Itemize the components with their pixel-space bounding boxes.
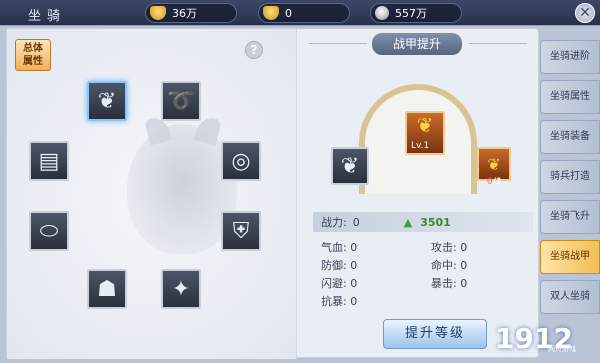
equipment-panel: 总体 属性 ? ❦ ➰ ▤ ◎ ⬭ ⛨ ☗ ✦ — [7, 29, 297, 359]
stat-dodge: 闪避: 0 — [321, 277, 358, 290]
chest-armor-icon: ▤ — [38, 148, 60, 174]
upgrade-level-button[interactable]: 提升等级 — [383, 319, 487, 349]
close-icon: ✕ — [579, 5, 591, 21]
stat-row: 抗暴: 0 — [313, 292, 533, 310]
equip-slot-helmet[interactable]: ❦ — [87, 81, 127, 121]
stat-defense: 防御: 0 — [321, 259, 358, 272]
material-slot[interactable]: ❦ — [477, 147, 511, 181]
stat-hit: 命中: 0 — [431, 259, 468, 272]
panel-title: 战甲提升 — [372, 33, 462, 55]
window-title: 坐骑 — [28, 9, 67, 24]
stat-grid: 气血: 0 攻击: 0 防御: 0 命中: 0 闪避: 0 暴击: 0 抗暴: … — [313, 238, 533, 310]
battle-armor-upgrade-panel: 战甲提升 ❦ ❦ Lv.1 ❦ 0/1 战力: 0 ▲ 3501 气血: 0 攻… — [297, 29, 540, 359]
equip-slot-collar[interactable]: ◎ — [221, 141, 261, 181]
currency-gold: 36万 — [145, 3, 237, 23]
power-label: 战力: — [321, 216, 347, 229]
bell-icon: ✦ — [171, 276, 191, 302]
currency-silver: 557万 — [370, 3, 462, 23]
stat-row: 闪避: 0 暴击: 0 — [313, 274, 533, 292]
stat-hp: 气血: 0 — [321, 241, 358, 254]
equip-slot-bell[interactable]: ✦ — [161, 269, 201, 309]
main-panel: 总体 属性 ? ❦ ➰ ▤ ◎ ⬭ ⛨ ☗ ✦ 战甲提升 ❦ ❦ Lv.1 ❦ … — [6, 28, 540, 359]
stat-row: 防御: 0 命中: 0 — [313, 256, 533, 274]
equip-slot-stirrup[interactable]: ☗ — [87, 269, 127, 309]
power-row: 战力: 0 ▲ 3501 — [313, 212, 533, 232]
currency-silver-value: 557万 — [395, 7, 427, 20]
side-tabs: 坐骑进阶 坐骑属性 坐骑装备 骑兵打造 坐骑飞升 坐骑战甲 双人坐骑 — [540, 40, 600, 320]
currency-bound-gold-value: 0 — [285, 6, 292, 20]
tab-cavalry-forge[interactable]: 骑兵打造 — [540, 160, 600, 194]
divider-left — [309, 43, 367, 44]
tab-mount-ascend[interactable]: 坐骑飞升 — [540, 200, 600, 234]
currency-gold-value: 36万 — [172, 7, 197, 20]
help-button[interactable]: ? — [245, 41, 263, 59]
tab-mount-equipment[interactable]: 坐骑装备 — [540, 120, 600, 154]
golden-helmet-icon: ❦ — [487, 154, 501, 174]
stat-crit-resist: 抗暴: 0 — [321, 295, 358, 308]
saddle-icon: ⬭ — [39, 218, 59, 244]
helmet-icon: ❦ — [97, 88, 117, 114]
equip-slot-armor-plate[interactable]: ⛨ — [221, 211, 261, 251]
equip-slot-chest[interactable]: ▤ — [29, 141, 69, 181]
tab-mount-advance[interactable]: 坐骑进阶 — [540, 40, 600, 74]
tab-mount-battle-armor[interactable]: 坐骑战甲 — [540, 240, 600, 274]
equip-slot-saddle[interactable]: ⬭ — [29, 211, 69, 251]
power-next-value: 3501 — [420, 215, 451, 229]
current-armor-slot[interactable]: ❦ — [331, 147, 369, 185]
tab-double-mount[interactable]: 双人坐骑 — [540, 280, 600, 314]
watermark-subtitle: 网页游戏 — [548, 345, 576, 353]
total-attributes-button[interactable]: 总体 属性 — [15, 39, 51, 71]
stat-attack: 攻击: 0 — [431, 241, 468, 254]
top-bar: 坐骑 36万 0 557万 ✕ — [0, 0, 600, 26]
arrow-up-icon: ▲ — [403, 215, 413, 229]
gold-ingot-icon — [263, 6, 279, 20]
power-value: 0 — [352, 215, 360, 229]
stats-section: 战力: 0 ▲ 3501 气血: 0 攻击: 0 防御: 0 命中: 0 闪避:… — [313, 212, 533, 310]
silver-coin-icon — [375, 6, 389, 20]
gold-ingot-icon — [150, 6, 166, 20]
divider-right — [469, 43, 527, 44]
stat-row: 气血: 0 攻击: 0 — [313, 238, 533, 256]
material-count: 0/1 — [487, 177, 502, 187]
equip-slot-bridle[interactable]: ➰ — [161, 81, 201, 121]
currency-bound-gold: 0 — [258, 3, 350, 23]
bridle-icon: ➰ — [167, 88, 195, 114]
collar-icon: ◎ — [231, 148, 251, 174]
material-need: /1 — [492, 177, 503, 187]
level-label: Lv.1 — [411, 141, 430, 151]
helmet-icon: ❦ — [340, 153, 360, 179]
stirrup-icon: ☗ — [97, 276, 117, 302]
stat-crit: 暴击: 0 — [431, 277, 468, 290]
armor-plate-icon: ⛨ — [232, 218, 250, 244]
tab-mount-attributes[interactable]: 坐骑属性 — [540, 80, 600, 114]
golden-helmet-icon: ❦ — [416, 113, 434, 137]
close-button[interactable]: ✕ — [575, 3, 595, 23]
